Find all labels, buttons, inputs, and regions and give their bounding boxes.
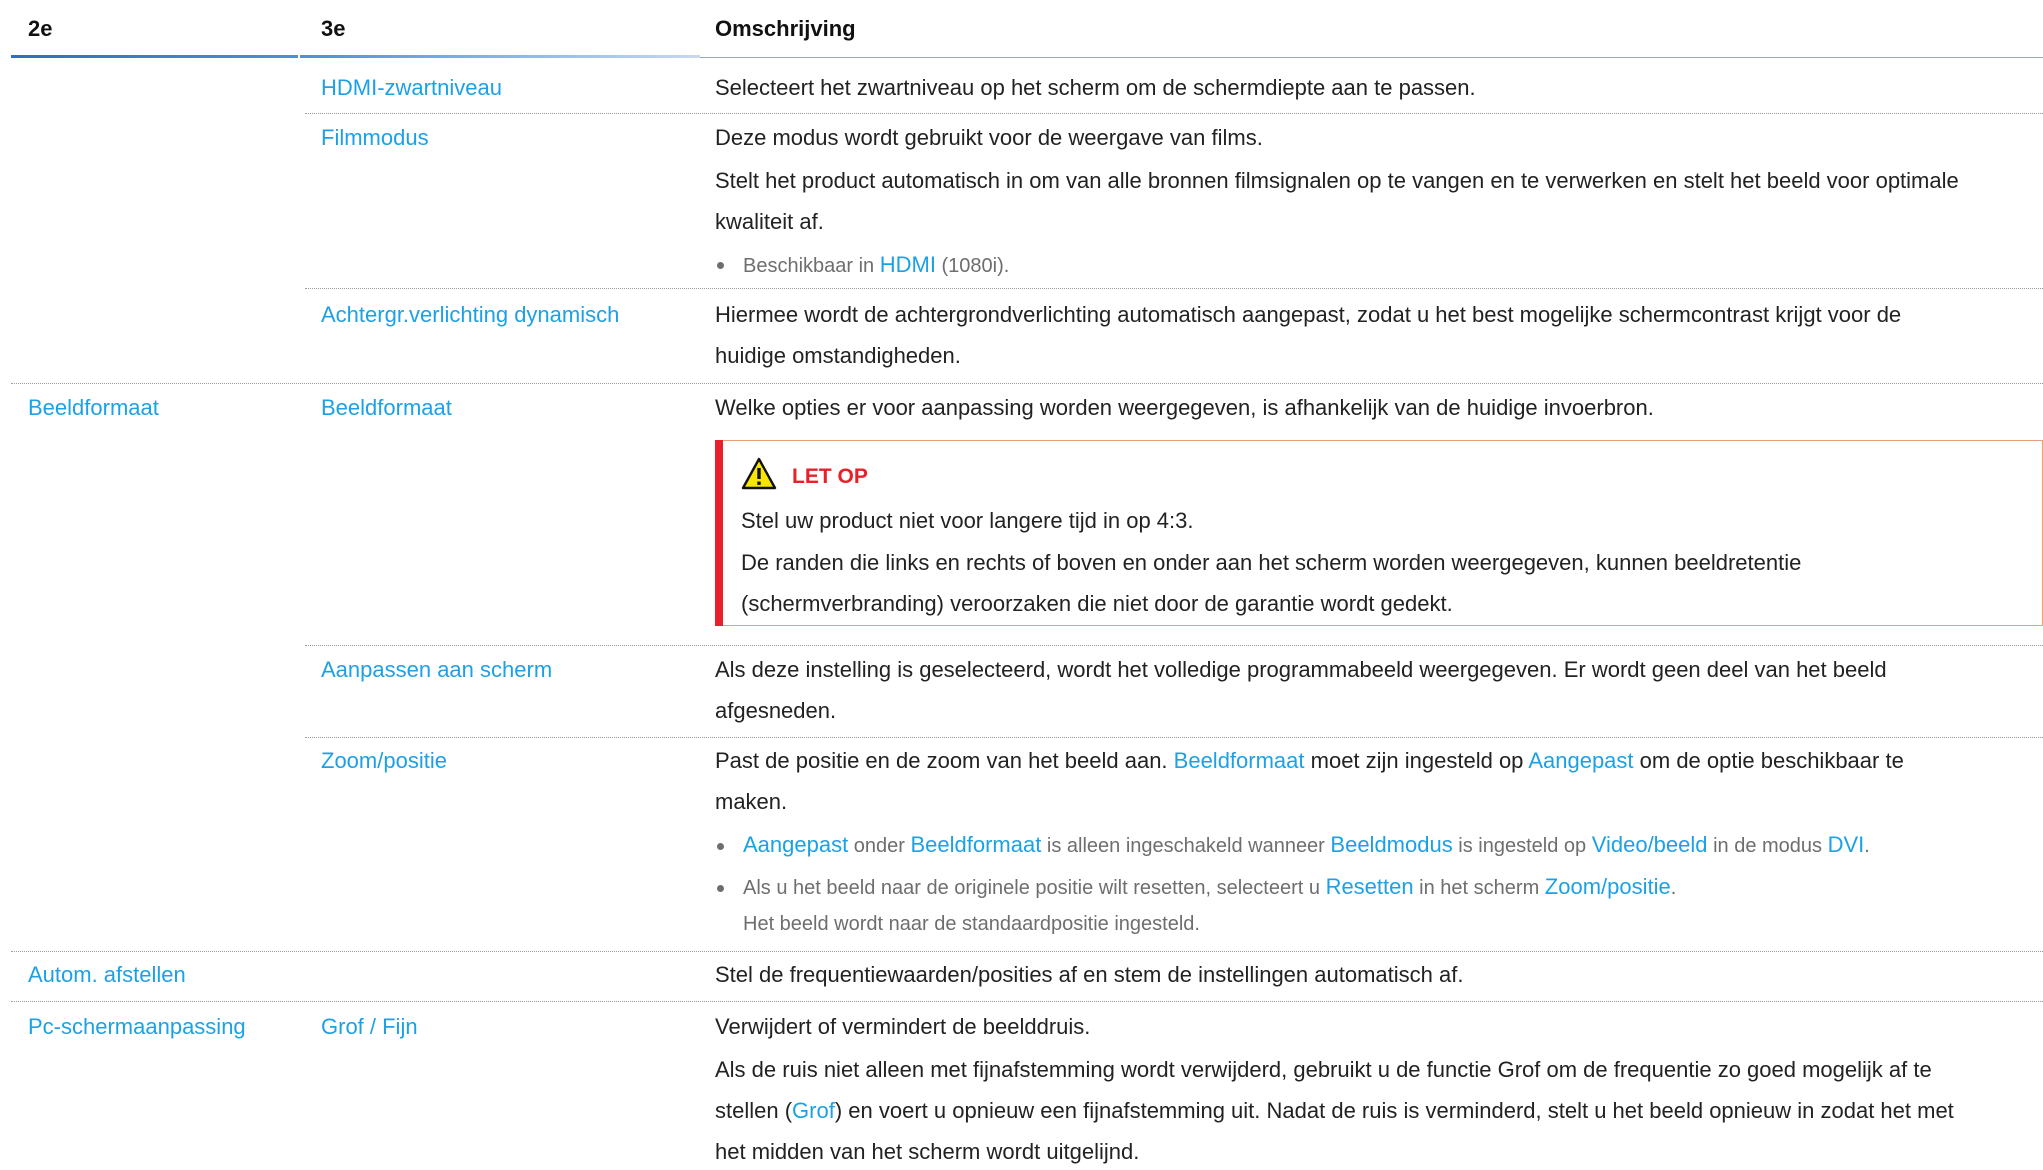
bullet-icon	[717, 885, 724, 892]
row-zoom-position-label[interactable]: Zoom/positie	[321, 743, 447, 779]
picture-mode-link[interactable]: Beeldmodus	[1330, 832, 1452, 857]
row-hdmi-black-level-desc: Selecteert het zwartniveau op het scherm…	[715, 75, 1476, 100]
row-film-mode-desc-1: Deze modus wordt gebruikt voor de weerga…	[715, 125, 1263, 150]
row-coarse-fine-desc-1: Verwijdert of vermindert de beelddruis.	[715, 1014, 1091, 1039]
header-col-2e: 2e	[28, 16, 53, 41]
caution-line-1: Stel uw product niet voor langere tijd i…	[741, 508, 1194, 533]
picture-size-link[interactable]: Beeldformaat	[1174, 748, 1305, 773]
row-coarse-fine-desc-2c: het midden van het scherm wordt uitgelij…	[715, 1139, 1140, 1164]
row-film-mode-desc-2a: Stelt het product automatisch in om van …	[715, 168, 1959, 193]
row-pc-screen-adjust-label[interactable]: Pc-schermaanpassing	[28, 1009, 246, 1045]
header-rule-thin	[700, 57, 2043, 58]
header-col-description: Omschrijving	[715, 16, 856, 41]
warning-triangle-icon	[741, 457, 777, 490]
caution-line-2a: De randen die links en rechts of boven e…	[741, 550, 1802, 575]
table-header: 2e 3e Omschrijving	[0, 0, 2043, 58]
row-picture-size-label[interactable]: Beeldformaat	[321, 390, 452, 426]
row-separator	[11, 1001, 2043, 1002]
row-separator	[305, 645, 2043, 646]
picture-size-link[interactable]: Beeldformaat	[910, 832, 1041, 857]
spec-table: 2e 3e Omschrijving HDMI-zwartniveau Sele…	[0, 0, 2043, 1168]
video-picture-link[interactable]: Video/beeld	[1592, 832, 1708, 857]
row-zoom-position-desc-a: Past de positie en de zoom van het beeld…	[715, 748, 1904, 773]
row-coarse-fine-label[interactable]: Grof / Fijn	[321, 1009, 418, 1045]
row-hdmi-black-level-label[interactable]: HDMI-zwartniveau	[321, 70, 502, 106]
row-separator	[11, 951, 2043, 952]
row-separator	[305, 737, 2043, 738]
row-separator	[305, 113, 2043, 114]
row-picture-size-group-label[interactable]: Beeldformaat	[28, 390, 159, 426]
caution-line-2b: (schermverbranding) veroorzaken die niet…	[741, 591, 1453, 616]
row-coarse-fine-desc-2b: stellen (Grof) en voert u opnieuw een fi…	[715, 1098, 1954, 1123]
row-zoom-note-2: Als u het beeld naar de originele positi…	[743, 874, 1677, 899]
reset-link[interactable]: Resetten	[1326, 874, 1414, 899]
row-coarse-fine-desc-2a: Als de ruis niet alleen met fijnafstemmi…	[715, 1057, 1932, 1082]
header-rule-fade	[300, 55, 700, 58]
bullet-icon	[717, 262, 724, 269]
row-auto-adjust-label[interactable]: Autom. afstellen	[28, 957, 186, 993]
row-dynamic-backlight-label[interactable]: Achtergr.verlichting dynamisch	[321, 297, 619, 333]
row-film-mode-label[interactable]: Filmmodus	[321, 120, 429, 156]
coarse-link[interactable]: Grof	[792, 1098, 835, 1123]
caution-title: LET OP	[792, 465, 868, 488]
row-zoom-note-1: Aangepast onder Beeldformaat is alleen i…	[743, 832, 1870, 857]
caution-accent-bar	[715, 440, 723, 626]
dvi-link[interactable]: DVI	[1828, 832, 1865, 857]
row-separator	[305, 288, 2043, 289]
row-screen-fit-desc-a: Als deze instelling is geselecteerd, wor…	[715, 657, 1887, 682]
header-rule	[11, 55, 298, 58]
custom-link[interactable]: Aangepast	[743, 832, 848, 857]
row-separator	[11, 383, 2043, 384]
row-screen-fit-desc-b: afgesneden.	[715, 698, 837, 723]
bullet-icon	[717, 843, 724, 850]
row-dynamic-backlight-desc-a: Hiermee wordt de achtergrondverlichting …	[715, 302, 1902, 327]
row-zoom-note-3: Het beeld wordt naar de standaardpositie…	[743, 913, 1200, 935]
row-zoom-position-desc-b: maken.	[715, 789, 788, 814]
row-screen-fit-label[interactable]: Aanpassen aan scherm	[321, 652, 552, 688]
hdmi-link[interactable]: HDMI	[880, 252, 936, 277]
row-picture-size-desc: Welke opties er voor aanpassing worden w…	[715, 395, 1654, 420]
header-col-3e: 3e	[321, 16, 346, 41]
row-dynamic-backlight-desc-b: huidige omstandigheden.	[715, 343, 961, 368]
row-film-mode-note: Beschikbaar in HDMI (1080i).	[743, 252, 1010, 277]
zoom-position-link[interactable]: Zoom/positie	[1545, 874, 1671, 899]
row-film-mode-desc-2b: kwaliteit af.	[715, 209, 824, 234]
row-auto-adjust-desc: Stel de frequentiewaarden/posities af en…	[715, 962, 1464, 987]
custom-link[interactable]: Aangepast	[1528, 748, 1633, 773]
